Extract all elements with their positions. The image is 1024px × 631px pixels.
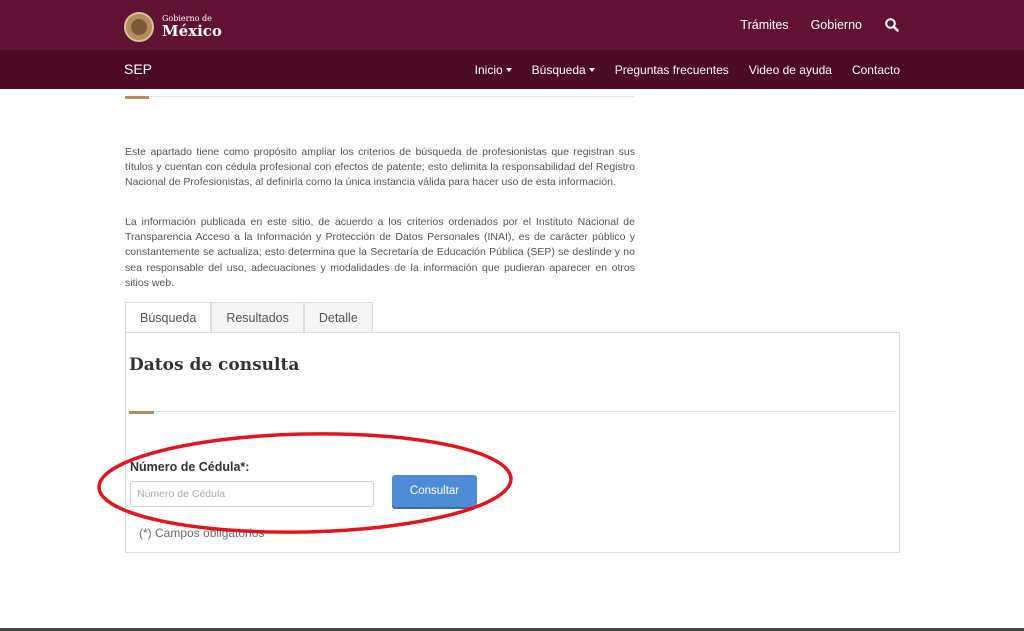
gobierno-mexico-logo[interactable]: Gobierno de México [124, 12, 222, 42]
panel-title: Datos de consulta [129, 355, 300, 375]
nav-contacto[interactable]: Contacto [852, 63, 900, 77]
logo-big-text: México [162, 22, 222, 40]
link-gobierno[interactable]: Gobierno [811, 18, 862, 32]
search-icon[interactable] [884, 17, 900, 33]
nav-inicio[interactable]: Inicio [475, 63, 512, 77]
tab-resultados[interactable]: Resultados [211, 302, 304, 332]
nav-busqueda[interactable]: Búsqueda [532, 63, 595, 77]
nav-video-de-ayuda[interactable]: Video de ayuda [749, 63, 832, 77]
section-divider [125, 96, 634, 97]
section-divider-accent [125, 96, 149, 99]
tab-detalle[interactable]: Detalle [303, 302, 373, 332]
tab-bar: Búsqueda Resultados Detalle [125, 302, 373, 332]
caret-down-icon [588, 67, 595, 72]
top-header: Gobierno de México Trámites Gobierno [0, 0, 1024, 50]
tab-busqueda[interactable]: Búsqueda [125, 302, 212, 332]
caret-down-icon [505, 67, 512, 72]
nav-links: Inicio Búsqueda Preguntas frecuentes Vid… [475, 50, 900, 89]
nav-preguntas-frecuentes[interactable]: Preguntas frecuentes [615, 63, 729, 77]
brand-sep[interactable]: SEP [124, 50, 152, 89]
search-panel: Datos de consulta Número de Cédula*: Con… [125, 332, 900, 553]
coat-of-arms-icon [124, 12, 154, 42]
consultar-button[interactable]: Consultar [392, 475, 477, 507]
cedula-input[interactable] [130, 481, 374, 507]
main-navbar: SEP Inicio Búsqueda Preguntas frecuentes… [0, 50, 1024, 89]
intro-paragraph-2: La información publicada en este sitio, … [125, 216, 635, 289]
top-links: Trámites Gobierno [740, 0, 900, 50]
panel-divider [129, 411, 896, 412]
link-tramites[interactable]: Trámites [740, 18, 788, 32]
intro-paragraph-1: Este apartado tiene como propósito ampli… [125, 146, 635, 189]
panel-divider-accent [129, 411, 154, 414]
required-fields-note: (*) Campos obligatorios [139, 526, 265, 540]
cedula-label: Número de Cédula*: [130, 460, 250, 474]
